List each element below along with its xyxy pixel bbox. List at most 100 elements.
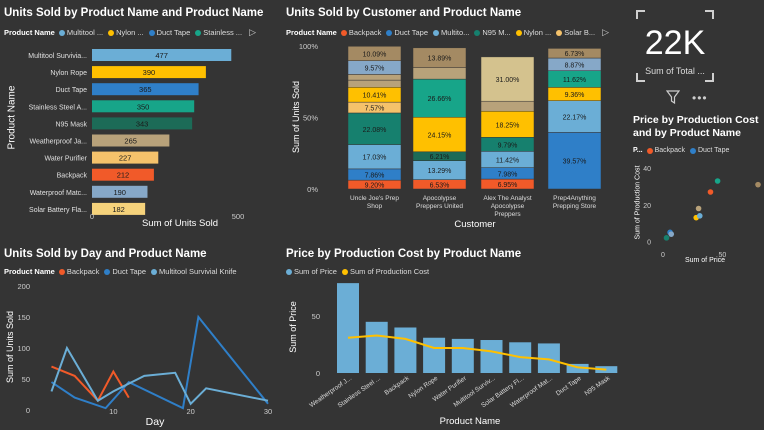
category-label: Duct Tape — [56, 87, 87, 94]
category-label: Water Purifier — [44, 156, 87, 163]
category-label: Nylon Rope — [50, 70, 87, 77]
category-label: Backpack — [57, 173, 88, 180]
data-label: 350 — [137, 102, 150, 111]
bar — [451, 338, 474, 373]
segment-label: 11.42% — [496, 157, 519, 164]
segment-label: 6.95% — [498, 182, 518, 189]
units-by-product-chart: Multitool Survivia... 477 Nylon Rope 390 Duc… — [28, 49, 244, 221]
segment-label: 31.00% — [496, 77, 520, 84]
x-tick-label: 0 — [661, 252, 665, 259]
category-label: N95 Mask — [55, 121, 87, 128]
series-line — [50, 345, 269, 406]
x-tick-label: 0 — [90, 212, 94, 221]
category-label: Weatherproof Ja... — [30, 139, 88, 146]
stack-segment — [347, 74, 402, 81]
segment-label: 11.62% — [563, 77, 586, 84]
units-by-customer-chart: 100% 50% 0% 9.20% 7.86% 17.03% 22.08% 7.57% 10.4… — [299, 42, 602, 218]
x-axis-title: Day — [145, 416, 165, 428]
bar — [365, 321, 388, 373]
scatter-point — [668, 231, 675, 237]
stack-segment — [347, 79, 402, 88]
price-by-product-chart: 500Weatherproof J...Stainless Steel ... B… — [308, 283, 618, 409]
category-label: Preppers — [494, 211, 521, 218]
category-label: Shop — [367, 203, 383, 210]
x-axis-title: Product Name — [439, 416, 501, 427]
data-label: 212 — [117, 171, 130, 180]
category-label: Multitool Survivia... — [28, 53, 87, 60]
stack-segment — [412, 67, 467, 80]
segment-label: 7.86% — [365, 173, 385, 180]
x-tick-label: 20 — [186, 407, 194, 416]
y-tick-label: 20 — [643, 203, 651, 210]
segment-label: 22.08% — [363, 127, 387, 134]
bar — [337, 283, 359, 373]
y-tick-label: 0 — [316, 369, 320, 378]
x-tick-label: 30 — [264, 407, 272, 416]
data-label: 343 — [136, 119, 149, 128]
category-label: Waterproof Matc... — [30, 190, 87, 197]
segment-label: 13.29% — [428, 168, 452, 175]
y-tick-label: 100% — [299, 42, 319, 51]
y-tick-label: 40 — [643, 166, 651, 173]
category-label: Stainless Steel A... — [29, 104, 87, 111]
scatter-point — [663, 235, 670, 241]
category-label: Alex The Analyst — [483, 195, 531, 202]
price-by-product-tile[interactable]: Price by Production Cost by Product Name… — [280, 240, 628, 430]
category-label: Preppers United — [416, 203, 463, 210]
category-label: Prepping Store — [553, 203, 597, 210]
segment-label: 9.57% — [365, 66, 385, 73]
category-label: Backpack — [383, 374, 411, 396]
y-tick-label: 200 — [17, 282, 30, 291]
units-by-customer-tile[interactable]: Units Sold by Customer and Product Name … — [280, 0, 628, 236]
data-label: 390 — [143, 68, 156, 77]
stack-segment — [480, 100, 535, 112]
units-by-product-tile[interactable]: Units Sold by Product Name and Product N… — [0, 0, 278, 232]
price-vs-cost-tile[interactable]: Price by Production Cost and by Product … — [630, 112, 764, 272]
category-label: N95 Mask — [583, 374, 612, 397]
category-label: Duct Tape — [555, 375, 583, 398]
kpi-card[interactable]: 22K Sum of Total ... — [636, 10, 714, 82]
segment-label: 18.25% — [496, 122, 520, 129]
segment-label: 10.09% — [363, 51, 387, 58]
y-tick-label: 0 — [647, 240, 651, 247]
x-axis-title: Customer — [454, 219, 496, 230]
scatter-point — [696, 213, 703, 219]
segment-label: 26.66% — [428, 96, 452, 103]
data-label: 365 — [139, 85, 152, 94]
more-options-icon[interactable]: ••• — [692, 91, 708, 105]
y-tick-label: 50% — [303, 114, 318, 123]
y-tick-label: 50 — [312, 312, 320, 321]
segment-label: 9.79% — [498, 142, 518, 149]
scatter-point — [695, 205, 702, 212]
scatter-point — [755, 181, 761, 188]
segment-label: 8.87% — [565, 62, 585, 69]
bar — [480, 340, 503, 373]
y-tick-label: 100 — [17, 344, 30, 353]
units-by-day-chart: 200 150 100 50 0 10 20 30 — [17, 282, 272, 416]
bar — [423, 337, 446, 373]
segment-label: 10.41% — [363, 93, 387, 100]
segment-label: 6.53% — [430, 182, 450, 189]
segment-label: 13.89% — [428, 56, 452, 63]
x-tick-label: 10 — [109, 407, 117, 416]
category-label: Prep4Anything — [553, 195, 596, 202]
scatter-point — [714, 178, 721, 184]
segment-label: 6.73% — [565, 51, 585, 58]
price-vs-cost-chart: 402000 50 — [643, 166, 761, 259]
segment-label: 17.03% — [363, 155, 387, 162]
category-label: Apocolypse — [423, 195, 457, 202]
units-by-day-tile[interactable]: Units Sold by Day and Product Name Produ… — [0, 240, 278, 430]
data-label: 227 — [119, 154, 132, 163]
x-axis-title: Sum of Price — [684, 257, 726, 264]
scatter-point — [707, 189, 714, 195]
segment-label: 22.17% — [563, 115, 587, 122]
x-axis-title: Sum of Units Sold — [141, 218, 219, 229]
segment-label: 39.57% — [563, 159, 587, 166]
y-tick-label: 50 — [22, 375, 30, 384]
segment-label: 7.98% — [498, 171, 518, 178]
filter-icon[interactable] — [665, 90, 681, 109]
y-tick-label: 0% — [307, 185, 318, 194]
segment-label: 9.36% — [565, 92, 585, 99]
kpi-value: 22K — [644, 24, 706, 62]
segment-label: 9.20% — [365, 183, 385, 190]
